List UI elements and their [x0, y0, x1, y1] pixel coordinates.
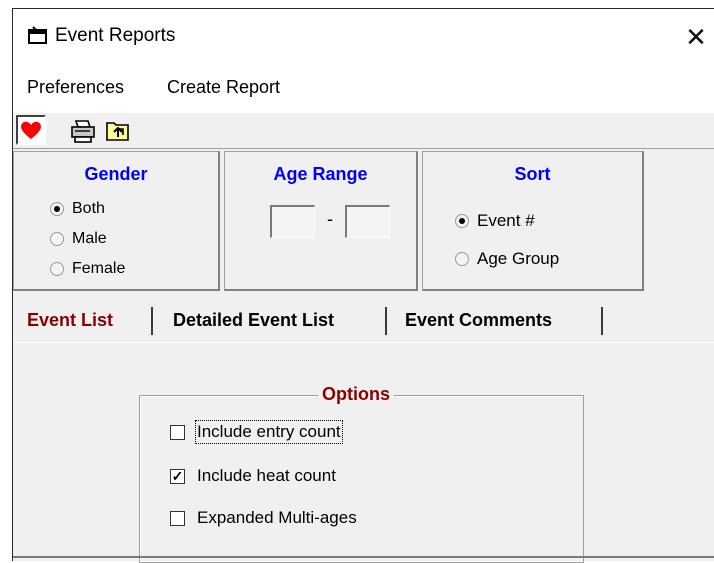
- favorite-button[interactable]: [16, 115, 46, 145]
- checkbox[interactable]: ✓: [170, 468, 185, 484]
- tab-detailed-event-list[interactable]: Detailed Event List: [173, 299, 334, 341]
- gender-option-male[interactable]: Male: [50, 230, 107, 248]
- report-tabs: Event List Detailed Event List Event Com…: [13, 299, 714, 341]
- printer-icon: [71, 120, 95, 143]
- include-heat-count-option[interactable]: ✓ Include heat count: [170, 466, 336, 486]
- sort-title: Sort: [514, 164, 551, 184]
- age-range-separator: -: [327, 209, 333, 229]
- sort-option-age-group[interactable]: Age Group: [455, 249, 559, 269]
- app-window-icon: [28, 26, 47, 44]
- tab-event-comments[interactable]: Event Comments: [405, 299, 552, 341]
- radio-button[interactable]: [50, 202, 64, 216]
- tab-event-list[interactable]: Event List: [27, 299, 113, 341]
- radio-button[interactable]: [50, 262, 64, 276]
- checkbox[interactable]: [170, 510, 185, 526]
- event-list-tab-panel: Options Include entry count ✓ Include he…: [13, 342, 714, 563]
- sort-option-event-number[interactable]: Event #: [455, 211, 535, 231]
- close-button[interactable]: ✕: [678, 17, 714, 57]
- gender-option-female[interactable]: Female: [50, 260, 125, 278]
- tab-divider: [151, 307, 153, 335]
- menu-create-report[interactable]: Create Report: [167, 77, 280, 98]
- print-button[interactable]: [68, 115, 98, 145]
- checkbox[interactable]: [170, 424, 185, 440]
- title-bar: Event Reports ✕: [13, 9, 714, 66]
- folder-up-icon: [106, 122, 129, 141]
- gender-title: Gender: [84, 164, 148, 184]
- include-entry-count-option[interactable]: Include entry count: [170, 420, 343, 444]
- event-reports-window: Event Reports ✕ Preferences Create Repor…: [12, 8, 714, 563]
- radio-button[interactable]: [455, 252, 469, 266]
- open-folder-button[interactable]: [103, 115, 133, 145]
- tab-divider: [385, 307, 387, 335]
- sort-panel: Sort Event # Age Group: [422, 151, 644, 291]
- menu-bar: Preferences Create Report: [13, 66, 714, 113]
- window-bottom-edge: [13, 556, 714, 558]
- expanded-multi-ages-option[interactable]: Expanded Multi-ages: [170, 508, 357, 528]
- age-to-input[interactable]: [345, 205, 390, 238]
- age-from-input[interactable]: [270, 205, 315, 238]
- options-groupbox: Options Include entry count ✓ Include he…: [139, 384, 584, 563]
- radio-button[interactable]: [455, 214, 469, 228]
- gender-option-both[interactable]: Both: [50, 200, 105, 218]
- age-range-panel: Age Range -: [224, 151, 418, 291]
- gender-panel: Gender Both Male Female: [13, 151, 220, 291]
- radio-button[interactable]: [50, 232, 64, 246]
- toolbar: [13, 113, 714, 149]
- age-range-title: Age Range: [273, 164, 368, 184]
- heart-icon: [21, 121, 41, 139]
- tab-divider: [601, 307, 603, 335]
- menu-preferences[interactable]: Preferences: [27, 77, 124, 98]
- window-title: Event Reports: [55, 25, 176, 46]
- options-title: Options: [318, 384, 394, 405]
